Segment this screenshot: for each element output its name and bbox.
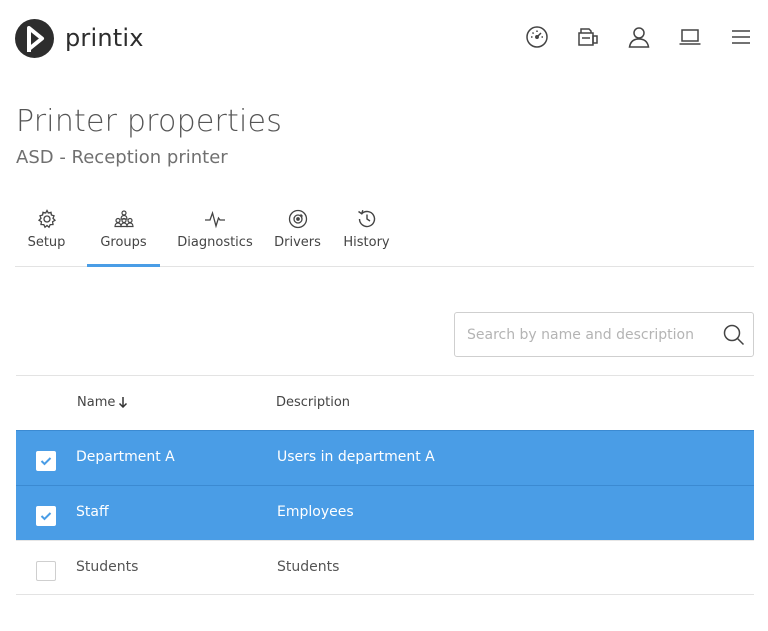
table-row[interactable]: Department A Users in department A — [16, 430, 754, 485]
checkmark-icon — [40, 512, 52, 521]
brand-name: printix — [65, 23, 144, 52]
table-row[interactable]: Students Students — [16, 540, 754, 595]
dashboard-icon[interactable] — [524, 24, 550, 50]
search-icon[interactable] — [723, 324, 745, 346]
tab-drivers-label: Drivers — [274, 235, 321, 250]
tab-history-label: History — [343, 235, 390, 250]
top-nav-icons — [499, 24, 754, 50]
printix-logo[interactable]: printix — [15, 19, 144, 58]
tab-diagnostics[interactable]: Diagnostics — [171, 202, 259, 266]
groups-icon — [113, 208, 135, 230]
pulse-icon — [204, 208, 226, 230]
tab-groups[interactable]: Groups — [87, 202, 160, 267]
row-checkbox[interactable] — [36, 506, 56, 526]
page-subtitle: ASD - Reception printer — [16, 147, 228, 168]
row-name: Students — [76, 559, 139, 575]
row-checkbox[interactable] — [36, 561, 56, 581]
tab-groups-label: Groups — [100, 235, 147, 250]
printers-icon[interactable] — [575, 24, 601, 50]
tab-setup-label: Setup — [27, 235, 66, 250]
tab-drivers[interactable]: Drivers — [270, 202, 325, 266]
gear-icon — [36, 208, 58, 230]
user-icon[interactable] — [626, 24, 652, 50]
history-icon — [356, 208, 378, 230]
tab-setup[interactable]: Setup — [15, 202, 78, 266]
row-description: Users in department A — [277, 449, 435, 465]
row-checkbox[interactable] — [36, 451, 56, 471]
table-header: Name Description — [16, 375, 754, 430]
top-bar: printix — [0, 0, 768, 80]
column-header-description[interactable]: Description — [276, 395, 350, 410]
groups-table: Name Description Department A Users in d… — [16, 375, 754, 595]
column-header-name-label: Name — [77, 395, 116, 410]
row-description: Employees — [277, 504, 354, 520]
search-box — [454, 312, 754, 357]
logo-mark-icon — [15, 19, 54, 58]
sort-down-arrow-icon — [118, 396, 128, 412]
row-description: Students — [277, 559, 340, 575]
search-input[interactable] — [467, 313, 717, 356]
tab-diagnostics-label: Diagnostics — [177, 235, 253, 250]
tab-history[interactable]: History — [338, 202, 395, 266]
table-row[interactable]: Staff Employees — [16, 485, 754, 540]
page-title: Printer properties — [16, 104, 283, 139]
computer-icon[interactable] — [677, 24, 703, 50]
disc-icon — [287, 208, 309, 230]
column-header-name[interactable]: Name — [77, 395, 128, 412]
row-name: Department A — [76, 449, 175, 465]
tab-bar: Setup Groups Diagnostics Drivers History — [15, 202, 754, 267]
menu-icon[interactable] — [728, 24, 754, 50]
row-name: Staff — [76, 504, 109, 520]
checkmark-icon — [40, 457, 52, 466]
